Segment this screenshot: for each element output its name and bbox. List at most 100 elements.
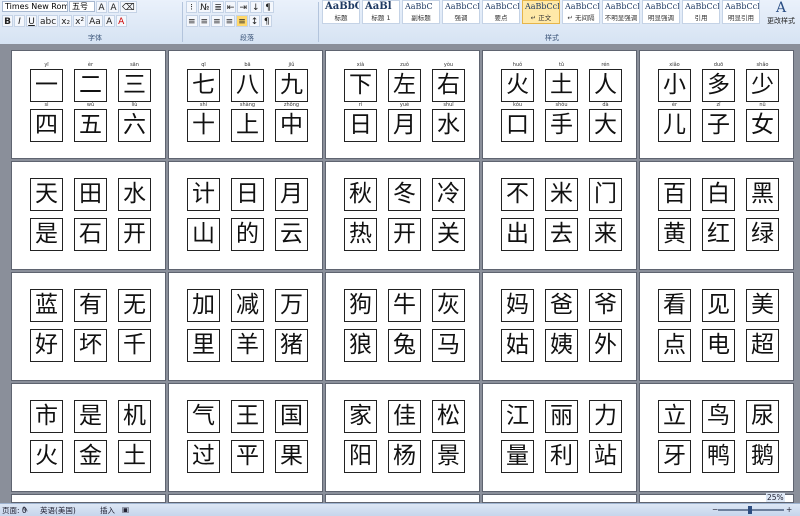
page[interactable]: xià 下 zuǒ 左 yòu 右 rì 日 yuè 月 shuǐ 水 [325, 50, 480, 159]
style-item[interactable]: AaBbCcD 明显引用 [722, 0, 760, 24]
page[interactable]: 蓝有无好坏千 [11, 272, 166, 381]
font-name-box[interactable]: Times New Roman [2, 1, 68, 12]
zoom-slider-thumb[interactable] [748, 506, 752, 514]
pinyin-label: qī [201, 62, 206, 68]
zoom-level[interactable]: 25% [766, 493, 785, 502]
page[interactable]: 家佳松阳杨景 [325, 383, 480, 492]
style-sample: AaBbC [405, 2, 433, 11]
page[interactable]: 天田水是石开 [11, 161, 166, 270]
style-item[interactable]: AaBl 标题 1 [362, 0, 400, 24]
character-cell: 牛 [388, 289, 421, 322]
sort-button[interactable]: ↓ [250, 0, 262, 13]
page-partial[interactable] [325, 494, 480, 503]
page[interactable]: 气王国过平果 [168, 383, 323, 492]
decrease-indent-button[interactable]: ⇤ [224, 0, 237, 13]
character-cell: 美 [746, 289, 779, 322]
page[interactable]: 狗牛灰狼兔马 [325, 272, 480, 381]
style-item[interactable]: AaBbCcDc 引用 [682, 0, 720, 24]
highlight-button[interactable]: A [103, 14, 115, 27]
distributed-button[interactable]: ≡ [236, 14, 248, 27]
page[interactable]: 加减万里羊猪 [168, 272, 323, 381]
pinyin-label: tǔ [558, 62, 565, 68]
character-cell: 有 [74, 289, 107, 322]
character-cell: 土 [118, 440, 151, 473]
character-cell: 爸 [545, 289, 578, 322]
character-cell: 马 [432, 329, 465, 362]
style-item[interactable]: AaBbC 标题 [322, 0, 360, 24]
character-cell: 松 [432, 400, 465, 433]
font-color-button[interactable]: A [115, 14, 127, 27]
macro-icon[interactable]: ▣ [122, 505, 129, 514]
show-marks-button[interactable]: ¶ [262, 0, 274, 13]
document-area[interactable]: yī 一 èr 二 sān 三 sì 四 wǔ 五 liù 六 qī 七 bā 八 jiǔ 九 shí 十 shàng 上… [0, 44, 800, 503]
proofing-icon[interactable]: ✎ [22, 505, 28, 514]
clear-format-button[interactable]: ⌫ [120, 0, 137, 13]
page-partial[interactable] [482, 494, 637, 503]
page[interactable]: qī 七 bā 八 jiǔ 九 shí 十 shàng 上 zhōng 中 [168, 50, 323, 159]
character-cell: 站 [589, 440, 622, 473]
numbering-button[interactable]: № [198, 0, 212, 13]
page[interactable]: 立鸟尿牙鸭鹅 [639, 383, 794, 492]
page[interactable]: 不米门出去来 [482, 161, 637, 270]
align-right-button[interactable]: ≡ [211, 14, 223, 27]
grow-font-button[interactable]: A [96, 0, 107, 13]
paragraph-row: ≡ ≡ ≡ ≡ ≡ ↕ ¶ [186, 14, 273, 27]
insert-mode[interactable]: 插入 [100, 505, 115, 516]
page[interactable]: 江丽力量利站 [482, 383, 637, 492]
page[interactable]: 秋冬冷热开关 [325, 161, 480, 270]
page[interactable]: 市是机火金土 [11, 383, 166, 492]
character-cell: 白 [702, 178, 735, 211]
page-partial[interactable] [168, 494, 323, 503]
multilevel-list-button[interactable]: ≣ [212, 0, 224, 13]
page[interactable]: 百白黑黄红绿 [639, 161, 794, 270]
shrink-font-button[interactable]: A [108, 0, 119, 13]
style-name: ↵ 无间隔 [567, 14, 595, 22]
change-styles-button[interactable]: A 更改样式 [764, 0, 798, 30]
character-cell: 来 [589, 218, 622, 251]
bold-button[interactable]: B [2, 14, 13, 27]
line-spacing-button[interactable]: ↕ [248, 14, 261, 27]
bullets-button[interactable]: ⁝ [186, 0, 197, 13]
subscript-button[interactable]: x₂ [59, 14, 73, 27]
italic-button[interactable]: I [14, 14, 25, 27]
zoom-in-button[interactable]: + [786, 505, 792, 514]
change-case-button[interactable]: Aa [87, 14, 103, 27]
style-item[interactable]: AaBbC 副标题 [402, 0, 440, 24]
page[interactable]: huǒ 火 tǔ 土 rén 人 kǒu 口 shǒu 手 dà 大 [482, 50, 637, 159]
character-cell: 米 [545, 178, 578, 211]
page[interactable]: 妈爸爷姑姨外 [482, 272, 637, 381]
page[interactable]: yī 一 èr 二 sān 三 sì 四 wǔ 五 liù 六 [11, 50, 166, 159]
ribbon: Times New Roman 五号 A A ⌫ BIUabcx₂x²AaAA … [0, 0, 800, 45]
style-item[interactable]: AaBbCcD 要点 [482, 0, 520, 24]
shading-button[interactable]: ¶ [261, 14, 273, 27]
character-cell: 月 [275, 178, 308, 211]
font-size-box[interactable]: 五号 [69, 1, 95, 12]
page[interactable]: 看见美点电超 [639, 272, 794, 381]
page[interactable]: 计日月山的云 [168, 161, 323, 270]
pinyin-label: wǔ [86, 102, 95, 108]
character-cell: 开 [388, 218, 421, 251]
align-left-button[interactable]: ≡ [186, 14, 198, 27]
page-partial[interactable] [11, 494, 166, 503]
page[interactable]: xiǎo 小 duō 多 shǎo 少 ér 儿 zǐ 子 nǚ 女 [639, 50, 794, 159]
style-item[interactable]: AaBbCcD 强调 [442, 0, 480, 24]
language-indicator[interactable]: 英语(美国) [40, 505, 76, 516]
style-item[interactable]: AaBbCcD 不明显强调 [602, 0, 640, 24]
pinyin-label: sì [44, 102, 49, 108]
style-item[interactable]: AaBbCcD 明显强调 [642, 0, 680, 24]
style-name: ↵ 正文 [530, 14, 552, 22]
character-cell: 羊 [231, 329, 264, 362]
character-cell: 水 [432, 109, 465, 142]
superscript-button[interactable]: x² [73, 14, 87, 27]
style-item[interactable]: AaBbCcDc ↵ 无间隔 [562, 0, 600, 24]
style-name: 明显引用 [728, 14, 754, 22]
increase-indent-button[interactable]: ⇥ [237, 0, 250, 13]
align-center-button[interactable]: ≡ [198, 14, 211, 27]
style-name: 引用 [694, 14, 708, 22]
justify-button[interactable]: ≡ [223, 14, 236, 27]
style-item[interactable]: AaBbCcDc ↵ 正文 [522, 0, 560, 24]
style-name: 副标题 [411, 14, 431, 22]
strikethrough-button[interactable]: abc [38, 14, 59, 27]
underline-button[interactable]: U [26, 14, 37, 27]
character-cell: 果 [275, 440, 308, 473]
